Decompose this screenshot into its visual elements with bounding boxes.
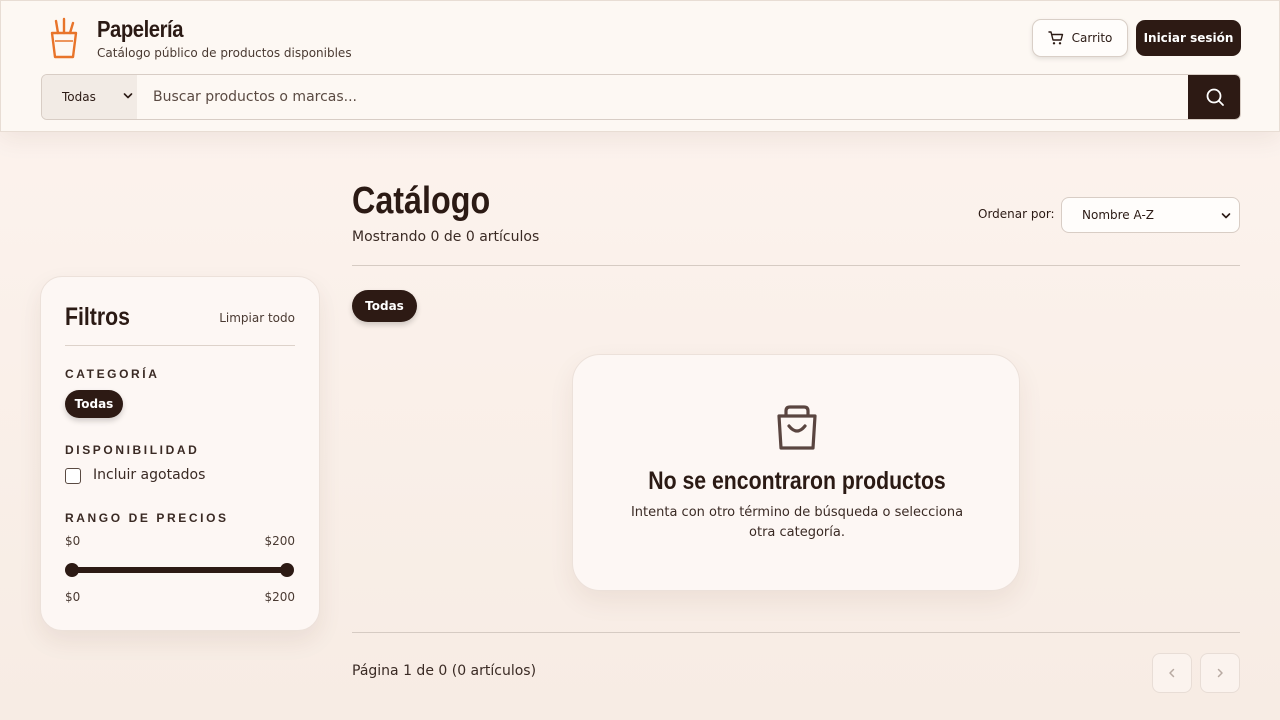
brand-title: Papelería: [97, 16, 184, 42]
price-selected-max: $200: [264, 590, 295, 604]
price-selected-min: $0: [65, 590, 81, 604]
cart-icon: [1047, 31, 1063, 45]
chevron-down-icon: [123, 93, 133, 99]
results-count: Mostrando 0 de 0 artículos: [352, 229, 540, 245]
divider: [352, 265, 1240, 266]
divider: [352, 632, 1240, 633]
top-header: Papelería Catálogo público de productos …: [0, 0, 1280, 132]
clear-all-link[interactable]: Limpiar todo: [219, 311, 295, 325]
search-icon: [1206, 88, 1224, 106]
brand-subtitle: Catálogo público de productos disponible…: [97, 46, 352, 60]
search-button[interactable]: [1188, 75, 1240, 119]
category-chip-all[interactable]: Todas: [352, 290, 417, 322]
filters-title: Filtros: [65, 303, 130, 331]
page-title: Catálogo: [352, 180, 491, 222]
shopping-bag-icon: [777, 405, 817, 450]
login-button[interactable]: Iniciar sesión: [1136, 20, 1241, 56]
price-max-label: $200: [264, 534, 295, 548]
include-out-of-stock-checkbox[interactable]: [65, 468, 81, 484]
category-heading: CATEGORÍA: [65, 367, 160, 381]
cart-button[interactable]: Carrito: [1032, 19, 1128, 57]
pencil-cup-icon: [50, 17, 78, 59]
price-slider-max-handle[interactable]: [280, 563, 294, 577]
divider: [65, 345, 295, 346]
sort-label: Ordenar por:: [978, 207, 1055, 221]
price-slider-track[interactable]: [72, 567, 287, 573]
search-category-select[interactable]: Todas: [42, 75, 137, 119]
search-input[interactable]: [137, 75, 1188, 119]
previous-page-button[interactable]: [1152, 653, 1192, 693]
chevron-right-icon: [1217, 668, 1223, 678]
price-range-heading: RANGO DE PRECIOS: [65, 511, 229, 525]
empty-state-card: No se encontraron productos Intenta con …: [572, 354, 1020, 591]
cart-label: Carrito: [1071, 31, 1113, 45]
next-page-button[interactable]: [1200, 653, 1240, 693]
chevron-down-icon: [1221, 213, 1231, 219]
availability-heading: DISPONIBILIDAD: [65, 443, 200, 457]
sort-select[interactable]: Nombre A-Z: [1061, 197, 1240, 233]
pagination-info: Página 1 de 0 (0 artículos): [352, 663, 537, 679]
search-bar: Todas: [41, 74, 1241, 120]
category-chip-all[interactable]: Todas: [65, 390, 123, 418]
chevron-left-icon: [1169, 668, 1175, 678]
sort-selected-value: Nombre A-Z: [1082, 208, 1154, 222]
search-category-value: Todas: [62, 90, 96, 104]
filters-panel: Filtros Limpiar todo CATEGORÍA Todas DIS…: [40, 276, 320, 631]
empty-state-description: Intenta con otro término de búsqueda o s…: [630, 505, 964, 540]
price-slider-min-handle[interactable]: [65, 563, 79, 577]
empty-state-title: No se encontraron productos: [648, 467, 946, 495]
include-out-of-stock-label: Incluir agotados: [93, 467, 206, 483]
price-min-label: $0: [65, 534, 81, 548]
